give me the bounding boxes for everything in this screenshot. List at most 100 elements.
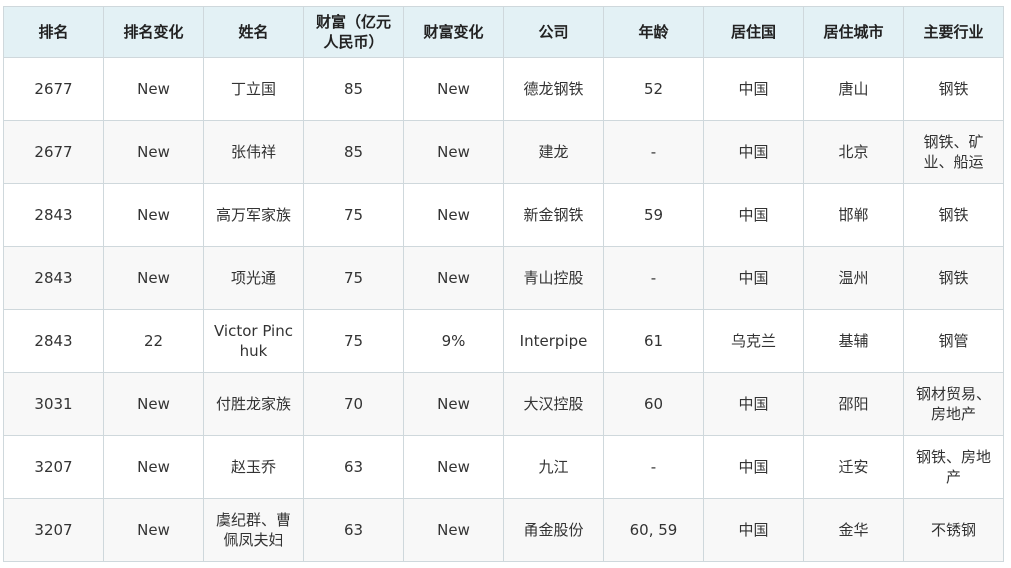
cell-age: 59 [603, 183, 704, 247]
cell-industry: 钢铁 [903, 246, 1004, 310]
cell-rank: 3031 [3, 372, 104, 436]
cell-age: - [603, 435, 704, 499]
cell-name: 虞纪群、曹佩凤夫妇 [203, 498, 304, 562]
cell-country: 中国 [703, 183, 804, 247]
cell-country: 中国 [703, 498, 804, 562]
cell-company: 九江 [503, 435, 604, 499]
cell-city: 北京 [803, 120, 904, 184]
cell-age: 60, 59 [603, 498, 704, 562]
cell-rank-change: New [103, 498, 204, 562]
cell-company: 德龙钢铁 [503, 57, 604, 121]
cell-wealth-change: New [403, 120, 504, 184]
header-wealth-change: 财富变化 [403, 6, 504, 58]
cell-name: 项光通 [203, 246, 304, 310]
cell-wealth-change: New [403, 246, 504, 310]
cell-industry: 钢铁、矿业、船运 [903, 120, 1004, 184]
cell-rank: 2843 [3, 246, 104, 310]
cell-city: 迁安 [803, 435, 904, 499]
cell-industry: 钢材贸易、房地产 [903, 372, 1004, 436]
cell-name: 赵玉乔 [203, 435, 304, 499]
table-row: 3207 New 虞纪群、曹佩凤夫妇 63 New 甬金股份 60, 59 中国… [3, 498, 1004, 562]
table-row: 2677 New 丁立国 85 New 德龙钢铁 52 中国 唐山 钢铁 [3, 57, 1004, 121]
table-body: 2677 New 丁立国 85 New 德龙钢铁 52 中国 唐山 钢铁 267… [3, 57, 1004, 562]
cell-name: 付胜龙家族 [203, 372, 304, 436]
cell-wealth: 75 [303, 183, 404, 247]
cell-country: 中国 [703, 246, 804, 310]
header-company: 公司 [503, 6, 604, 58]
cell-wealth-change: New [403, 57, 504, 121]
cell-rank-change: 22 [103, 309, 204, 373]
cell-rank-change: New [103, 183, 204, 247]
cell-rank-change: New [103, 246, 204, 310]
cell-city: 唐山 [803, 57, 904, 121]
header-rank-change: 排名变化 [103, 6, 204, 58]
cell-wealth: 75 [303, 246, 404, 310]
cell-industry: 钢铁 [903, 57, 1004, 121]
cell-wealth: 70 [303, 372, 404, 436]
table-row: 3031 New 付胜龙家族 70 New 大汉控股 60 中国 邵阳 钢材贸易… [3, 372, 1004, 436]
cell-wealth-change: 9% [403, 309, 504, 373]
cell-age: - [603, 120, 704, 184]
cell-rank: 3207 [3, 498, 104, 562]
header-wealth: 财富（亿元人民币） [303, 6, 404, 58]
header-rank: 排名 [3, 6, 104, 58]
cell-industry: 钢管 [903, 309, 1004, 373]
cell-age: - [603, 246, 704, 310]
table-row: 3207 New 赵玉乔 63 New 九江 - 中国 迁安 钢铁、房地产 [3, 435, 1004, 499]
header-city: 居住城市 [803, 6, 904, 58]
cell-rank: 2843 [3, 309, 104, 373]
cell-wealth-change: New [403, 435, 504, 499]
table-row: 2677 New 张伟祥 85 New 建龙 - 中国 北京 钢铁、矿业、船运 [3, 120, 1004, 184]
cell-city: 金华 [803, 498, 904, 562]
cell-wealth: 63 [303, 435, 404, 499]
cell-wealth: 75 [303, 309, 404, 373]
cell-city: 温州 [803, 246, 904, 310]
cell-industry: 钢铁 [903, 183, 1004, 247]
cell-company: 青山控股 [503, 246, 604, 310]
cell-rank: 3207 [3, 435, 104, 499]
cell-wealth-change: New [403, 498, 504, 562]
header-industry: 主要行业 [903, 6, 1004, 58]
cell-company: Interpipe [503, 309, 604, 373]
cell-rank: 2677 [3, 57, 104, 121]
cell-rank-change: New [103, 120, 204, 184]
cell-rank: 2843 [3, 183, 104, 247]
cell-wealth: 85 [303, 57, 404, 121]
cell-age: 60 [603, 372, 704, 436]
cell-country: 中国 [703, 57, 804, 121]
cell-company: 甬金股份 [503, 498, 604, 562]
cell-industry: 不锈钢 [903, 498, 1004, 562]
cell-wealth: 85 [303, 120, 404, 184]
cell-wealth: 63 [303, 498, 404, 562]
rich-list-table: 排名 排名变化 姓名 财富（亿元人民币） 财富变化 公司 年龄 居住国 居住城市… [3, 6, 1004, 562]
cell-name: Victor Pinchuk [203, 309, 304, 373]
rich-list-table-container: 排名 排名变化 姓名 财富（亿元人民币） 财富变化 公司 年龄 居住国 居住城市… [3, 6, 1004, 562]
cell-company: 新金钢铁 [503, 183, 604, 247]
cell-name: 张伟祥 [203, 120, 304, 184]
cell-wealth-change: New [403, 183, 504, 247]
cell-city: 邯郸 [803, 183, 904, 247]
cell-country: 乌克兰 [703, 309, 804, 373]
table-header: 排名 排名变化 姓名 财富（亿元人民币） 财富变化 公司 年龄 居住国 居住城市… [3, 6, 1004, 58]
cell-name: 高万军家族 [203, 183, 304, 247]
cell-company: 建龙 [503, 120, 604, 184]
table-row: 2843 New 项光通 75 New 青山控股 - 中国 温州 钢铁 [3, 246, 1004, 310]
table-row: 2843 22 Victor Pinchuk 75 9% Interpipe 6… [3, 309, 1004, 373]
cell-name: 丁立国 [203, 57, 304, 121]
cell-wealth-change: New [403, 372, 504, 436]
header-name: 姓名 [203, 6, 304, 58]
cell-rank-change: New [103, 435, 204, 499]
cell-industry: 钢铁、房地产 [903, 435, 1004, 499]
header-country: 居住国 [703, 6, 804, 58]
cell-city: 基辅 [803, 309, 904, 373]
cell-country: 中国 [703, 120, 804, 184]
cell-age: 61 [603, 309, 704, 373]
table-row: 2843 New 高万军家族 75 New 新金钢铁 59 中国 邯郸 钢铁 [3, 183, 1004, 247]
cell-company: 大汉控股 [503, 372, 604, 436]
header-age: 年龄 [603, 6, 704, 58]
cell-rank-change: New [103, 372, 204, 436]
header-row: 排名 排名变化 姓名 财富（亿元人民币） 财富变化 公司 年龄 居住国 居住城市… [3, 6, 1004, 58]
cell-rank: 2677 [3, 120, 104, 184]
cell-age: 52 [603, 57, 704, 121]
cell-country: 中国 [703, 435, 804, 499]
